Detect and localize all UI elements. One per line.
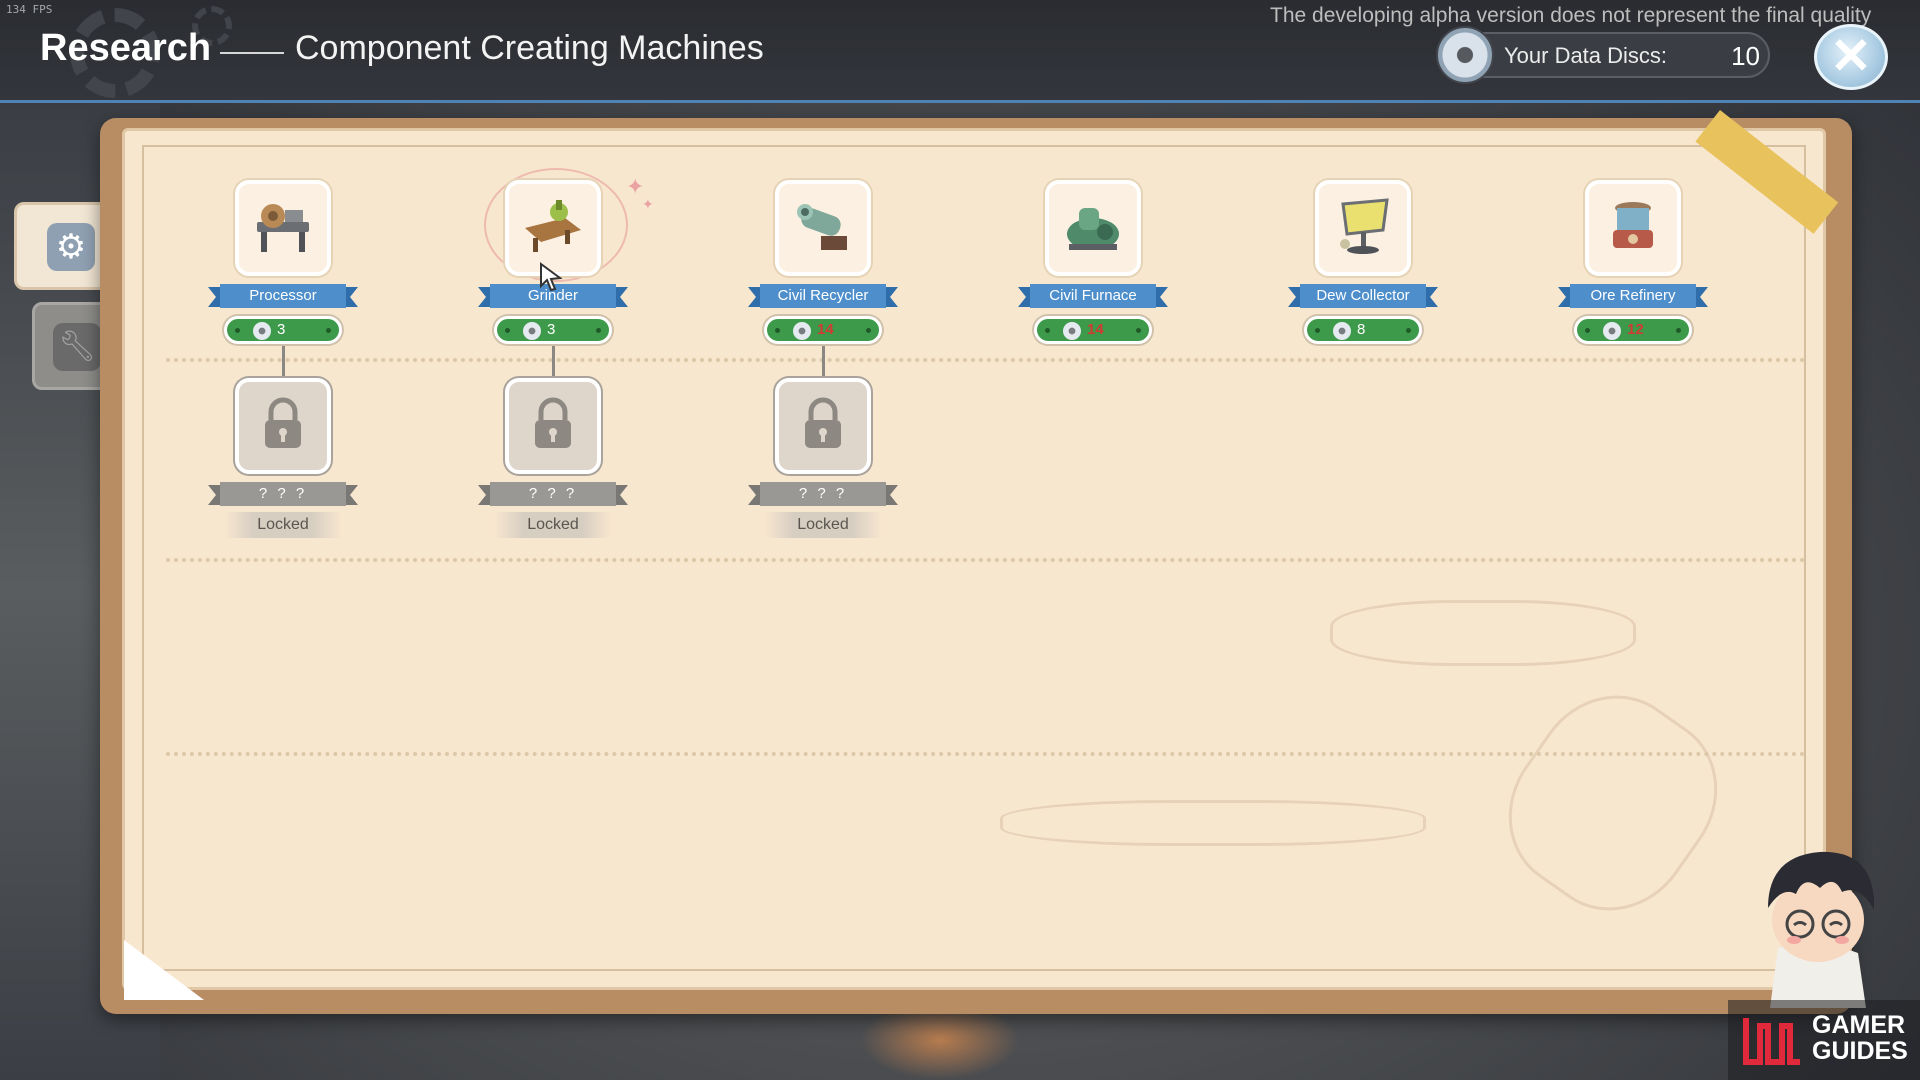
data-disc-icon: [1603, 322, 1621, 340]
machine-name: ? ? ?: [220, 482, 346, 506]
research-node-civil-recycler[interactable]: Civil Recycler 14: [748, 180, 898, 350]
locked-status: Locked: [224, 512, 342, 538]
page-title: Research: [40, 27, 212, 69]
locked-card[interactable]: [505, 378, 601, 474]
row-divider: [166, 558, 1806, 562]
data-disc-icon: [1063, 322, 1081, 340]
ore-refinery-machine-icon: [1613, 202, 1653, 248]
alpha-disclaimer: The developing alpha version does not re…: [1270, 4, 1872, 27]
watermark-text: GAMER GUIDES: [1812, 1012, 1908, 1064]
research-node-locked[interactable]: ? ? ? Locked: [478, 378, 628, 543]
watermark-line1: GAMER: [1812, 1011, 1906, 1039]
research-node-locked[interactable]: ? ? ? Locked: [748, 378, 898, 543]
data-disc-icon: [1333, 322, 1351, 340]
title-separator: [220, 52, 284, 54]
cost-value: 3: [547, 321, 556, 338]
lock-icon: [805, 397, 841, 448]
machine-name: Processor: [220, 284, 346, 308]
header-bar: 134 FPS Research Component Creating Mach…: [0, 0, 1920, 103]
processor-machine-icon: [257, 204, 309, 252]
civil-recycler-machine-icon: [797, 204, 847, 250]
locked-card[interactable]: [235, 378, 331, 474]
machine-name: Ore Refinery: [1570, 284, 1696, 308]
locked-card[interactable]: [775, 378, 871, 474]
grinder-machine-icon: [525, 200, 581, 252]
row-divider: [166, 752, 1806, 756]
research-node-locked[interactable]: ? ? ? Locked: [208, 378, 358, 543]
research-cost-button[interactable]: 14: [1034, 316, 1152, 344]
machine-name-ribbon: ? ? ?: [478, 482, 628, 508]
civil-furnace-machine-icon: [1067, 208, 1119, 250]
data-disc-icon: [1436, 26, 1494, 84]
data-discs-label: Your Data Discs:: [1504, 43, 1668, 68]
watermark: GAMER GUIDES: [1728, 1000, 1920, 1080]
machine-name-ribbon: Civil Recycler: [748, 284, 898, 310]
machine-name: Dew Collector: [1300, 284, 1426, 308]
cost-value: 14: [1087, 321, 1104, 338]
fps-counter: 134 FPS: [6, 3, 53, 16]
cursor-icon: [540, 262, 563, 292]
machine-name: Civil Furnace: [1030, 284, 1156, 308]
lock-icon: [265, 397, 301, 448]
machine-name-ribbon: Dew Collector: [1288, 284, 1438, 310]
machine-card[interactable]: [1045, 180, 1141, 276]
gear-icon: ⚙: [47, 223, 95, 271]
machine-name-ribbon: ? ? ?: [748, 482, 898, 508]
watermark-line2: GUIDES: [1812, 1037, 1908, 1065]
dew-collector-machine-icon: [1340, 198, 1389, 254]
machine-card[interactable]: [235, 180, 331, 276]
gamer-guides-logo-icon: [1743, 1018, 1800, 1065]
locked-status: Locked: [494, 512, 612, 538]
cost-value: 12: [1627, 321, 1644, 338]
machine-name-ribbon: Ore Refinery: [1558, 284, 1708, 310]
machine-name: ? ? ?: [760, 482, 886, 506]
machine-name: ? ? ?: [490, 482, 616, 506]
machine-card[interactable]: [1315, 180, 1411, 276]
data-discs-value: 10: [1731, 41, 1760, 71]
page-subtitle: Component Creating Machines: [295, 29, 764, 67]
cost-value: 8: [1357, 321, 1366, 338]
research-cost-button[interactable]: 8: [1304, 316, 1422, 344]
data-disc-icon: [793, 322, 811, 340]
data-disc-icon: [523, 322, 541, 340]
paper-sketch: [1330, 600, 1636, 666]
page-fold: [124, 940, 204, 1000]
cost-value: 14: [817, 321, 834, 338]
machine-card[interactable]: [775, 180, 871, 276]
research-cost-button[interactable]: 3: [224, 316, 342, 344]
cost-value: 3: [277, 321, 286, 338]
machine-name: Civil Recycler: [760, 284, 886, 308]
research-cost-button[interactable]: 12: [1574, 316, 1692, 344]
row-divider: [166, 358, 1806, 362]
close-button[interactable]: ✕: [1814, 24, 1888, 90]
close-icon: ✕: [1830, 28, 1872, 84]
paper-sketch: [1000, 800, 1426, 846]
data-disc-icon: [253, 322, 271, 340]
research-node-civil-furnace[interactable]: Civil Furnace 14: [1018, 180, 1168, 350]
research-cost-button[interactable]: 3: [494, 316, 612, 344]
research-node-dew-collector[interactable]: Dew Collector 8: [1288, 180, 1438, 350]
machine-name-ribbon: ? ? ?: [208, 482, 358, 508]
lock-icon: [535, 397, 571, 448]
machine-card[interactable]: [1585, 180, 1681, 276]
locked-status: Locked: [764, 512, 882, 538]
machine-name-ribbon: Processor: [208, 284, 358, 310]
sparkle-icon: ✦: [642, 196, 654, 212]
wrench-icon: 🔧︎: [53, 323, 101, 371]
research-node-ore-refinery[interactable]: Ore Refinery 12: [1558, 180, 1708, 350]
research-cost-button[interactable]: 14: [764, 316, 882, 344]
research-node-processor[interactable]: Processor 3: [208, 180, 358, 350]
machine-name-ribbon: Civil Furnace: [1018, 284, 1168, 310]
mascot-character: [1768, 851, 1875, 1008]
